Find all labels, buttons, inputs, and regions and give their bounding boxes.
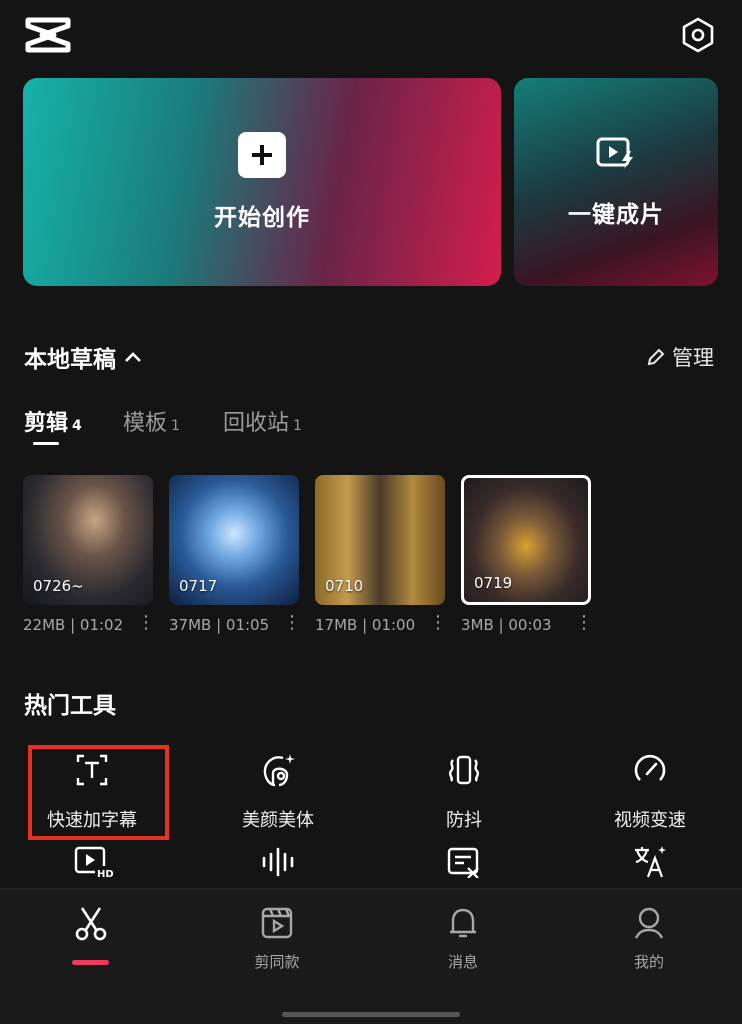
more-options-icon[interactable]: ⋮	[283, 612, 301, 633]
draft-meta: 3MB | 00:03	[461, 616, 552, 634]
tool-label: 美颜美体	[242, 810, 314, 831]
tool-label: 视频变速	[614, 810, 686, 831]
more-options-icon[interactable]: ⋮	[429, 612, 447, 633]
draft-thumbnail[interactable]: 0717	[169, 475, 299, 605]
speed-gauge-icon	[632, 748, 668, 792]
tab-recycle-bin[interactable]: 回收站 1	[223, 405, 302, 437]
drafts-title: 本地草稿	[24, 347, 116, 373]
nav-profile-label: 我的	[633, 953, 664, 971]
draft-meta: 37MB | 01:05	[169, 616, 270, 634]
capcut-logo-icon	[24, 16, 72, 54]
template-film-icon	[261, 907, 293, 939]
draft-meta: 17MB | 01:00	[315, 616, 416, 634]
draft-thumbnail[interactable]: 0719	[461, 475, 591, 605]
manage-button[interactable]: 管理	[646, 342, 714, 372]
nav-messages[interactable]: 消息	[403, 905, 523, 972]
nav-messages-label: 消息	[447, 953, 478, 971]
drafts-header[interactable]: 本地草稿	[24, 340, 142, 374]
tab-template[interactable]: 模板 1	[123, 405, 180, 437]
tab-recycle-label: 回收站	[223, 411, 290, 436]
draft-meta: 22MB | 01:02	[23, 616, 124, 634]
start-creating-card[interactable]: 开始创作	[23, 78, 501, 286]
beauty-icon	[259, 748, 297, 792]
stabilize-icon	[446, 748, 482, 792]
tool-beauty[interactable]: 美颜美体	[198, 748, 358, 832]
nav-edit[interactable]	[31, 905, 151, 941]
nav-templates-label: 剪同款	[254, 953, 300, 971]
draft-label: 0717	[179, 577, 218, 595]
tab-template-count: 1	[171, 418, 180, 434]
draft-thumbnail[interactable]: 0710	[315, 475, 445, 605]
settings-icon[interactable]	[680, 16, 716, 54]
draft-thumbnail[interactable]: 0726~	[23, 475, 153, 605]
bell-icon	[450, 908, 476, 938]
translate-icon[interactable]	[632, 844, 668, 882]
tab-edit-label: 剪辑	[24, 411, 69, 436]
tab-edit-count: 4	[72, 418, 82, 434]
svg-text:HD: HD	[97, 869, 113, 880]
tab-active-indicator	[33, 442, 59, 445]
chevron-up-icon	[125, 352, 141, 362]
more-options-icon[interactable]: ⋮	[137, 612, 155, 633]
one-click-video-card[interactable]: 一键成片	[514, 78, 718, 286]
manage-label: 管理	[672, 346, 714, 370]
pencil-icon	[647, 348, 665, 366]
tab-edit[interactable]: 剪辑 4	[24, 405, 82, 437]
highlight-box	[28, 745, 169, 840]
home-indicator	[282, 1012, 460, 1017]
start-creating-label: 开始创作	[214, 205, 310, 231]
one-click-label: 一键成片	[568, 202, 664, 228]
tool-video-speed[interactable]: 视频变速	[570, 748, 730, 832]
hot-tools-title: 热门工具	[24, 693, 116, 719]
nav-active-indicator	[72, 960, 109, 965]
video-flash-icon	[595, 135, 637, 175]
tab-template-label: 模板	[123, 411, 168, 436]
nav-profile[interactable]: 我的	[589, 905, 709, 972]
plus-icon	[238, 132, 286, 178]
draft-label: 0719	[474, 574, 513, 592]
profile-icon	[634, 907, 664, 939]
nav-templates[interactable]: 剪同款	[217, 905, 337, 972]
more-options-icon[interactable]: ⋮	[575, 612, 593, 633]
draft-label: 0710	[325, 577, 364, 595]
scissors-icon	[75, 907, 107, 941]
subtitle-edit-icon[interactable]	[446, 846, 482, 882]
hd-video-icon[interactable]: HD	[73, 844, 114, 884]
draft-label: 0726~	[33, 577, 84, 595]
tool-label: 防抖	[446, 810, 482, 831]
audio-wave-icon[interactable]	[260, 846, 296, 882]
tab-recycle-count: 1	[293, 418, 302, 434]
tool-stabilize[interactable]: 防抖	[384, 748, 544, 832]
